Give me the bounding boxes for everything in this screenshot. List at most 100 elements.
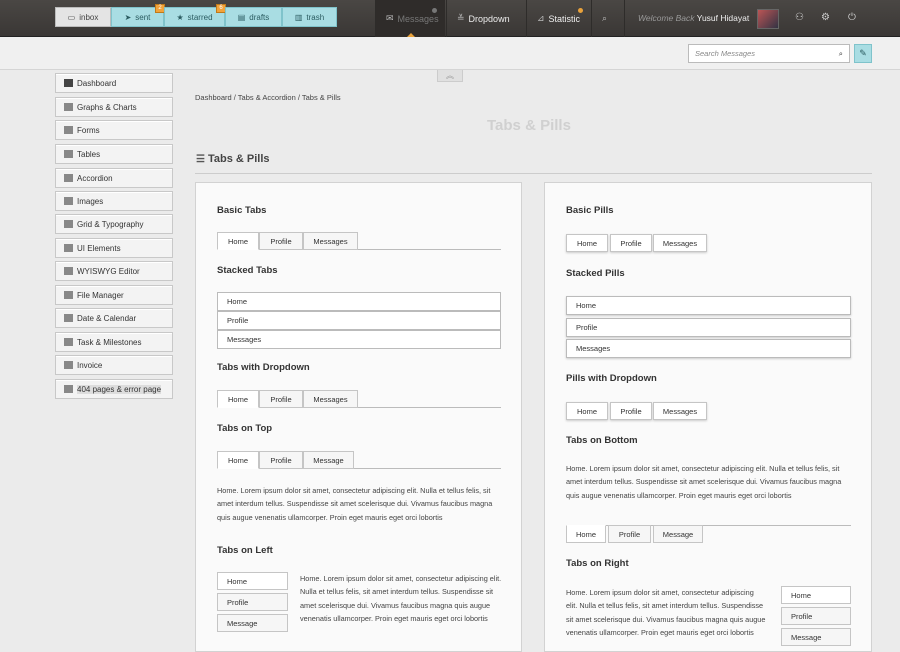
chevrons-up-icon: ︽ bbox=[446, 71, 454, 80]
inbox-button[interactable]: ▭ inbox bbox=[55, 7, 111, 27]
breadcrumb: Dashboard / Tabs & Accordion / Tabs & Pi… bbox=[195, 93, 341, 102]
tab-home[interactable]: Home bbox=[781, 586, 851, 604]
tab-profile[interactable]: Profile bbox=[781, 607, 851, 625]
menu-item-icon bbox=[64, 267, 73, 275]
tab-home[interactable]: Home bbox=[217, 451, 259, 469]
tab-home[interactable]: Home bbox=[217, 572, 288, 590]
pill-profile[interactable]: Profile bbox=[610, 234, 652, 252]
sidebar-item-tables[interactable]: Tables bbox=[55, 144, 173, 164]
stacked-pill-messages[interactable]: Messages bbox=[566, 339, 851, 358]
collapse-toggle[interactable]: ︽ bbox=[437, 70, 463, 82]
sidebar-item-date-calendar[interactable]: Date & Calendar bbox=[55, 308, 173, 328]
heading-basic-pills: Basic Pills bbox=[566, 205, 614, 216]
nav-search[interactable]: ⌕ bbox=[591, 0, 624, 37]
avatar[interactable] bbox=[757, 9, 779, 29]
mail-icon: ✉ bbox=[386, 13, 394, 23]
page-title: Tabs & Pills bbox=[487, 117, 571, 134]
tab-profile[interactable]: Profile bbox=[217, 593, 288, 611]
sidebar-item-file-manager[interactable]: File Manager bbox=[55, 285, 173, 305]
sidebar-item-label: 404 pages & error page bbox=[77, 384, 162, 394]
sidebar-item-images[interactable]: Images bbox=[55, 191, 173, 211]
search-input[interactable]: Search Messages ⌕ bbox=[688, 44, 850, 63]
tab-home[interactable]: Home bbox=[566, 525, 606, 543]
search-icon[interactable]: ⌕ bbox=[839, 49, 843, 59]
tab-profile[interactable]: Profile bbox=[259, 451, 303, 469]
send-icon: ➤ bbox=[124, 12, 132, 22]
menu-item-icon bbox=[64, 197, 73, 205]
sidebar-item-label: Accordion bbox=[77, 173, 113, 183]
tab-home[interactable]: Home bbox=[217, 232, 259, 250]
sidebar-item-task-milestones[interactable]: Task & Milestones bbox=[55, 332, 173, 352]
tabs-panel: Basic Tabs Home Profile Messages Stacked… bbox=[195, 182, 522, 652]
pill-messages[interactable]: Messages bbox=[653, 234, 707, 252]
power-icon[interactable]: ⏻ bbox=[848, 12, 856, 23]
sidebar-item-forms[interactable]: Forms bbox=[55, 120, 173, 140]
sidebar-item-label: File Manager bbox=[77, 290, 124, 300]
sidebar-item-grid-typography[interactable]: Grid & Typography bbox=[55, 214, 173, 234]
sidebar-item-label: Dashboard bbox=[77, 78, 117, 88]
welcome-text: Welcome Back Yusuf Hidayat bbox=[638, 13, 750, 23]
active-caret bbox=[406, 29, 415, 37]
tab-content: Home. Lorem ipsum dolor sit amet, consec… bbox=[566, 464, 842, 500]
menu-item-icon bbox=[64, 174, 73, 182]
menu-item-icon bbox=[64, 126, 73, 134]
pill-home[interactable]: Home bbox=[566, 234, 608, 252]
sidebar-item-invoice[interactable]: Invoice bbox=[55, 355, 173, 375]
menu-item-icon bbox=[64, 103, 73, 111]
stacked-tab-profile[interactable]: Profile bbox=[217, 311, 501, 330]
tab-messages[interactable]: Messages bbox=[303, 232, 358, 250]
menu-item-icon bbox=[64, 314, 73, 322]
tab-profile[interactable]: Profile bbox=[259, 232, 303, 250]
starred-button[interactable]: ★ starred 6 bbox=[164, 4, 226, 27]
tab-message[interactable]: Message bbox=[303, 451, 354, 469]
trash-button[interactable]: ▥ trash bbox=[282, 7, 337, 27]
pill-home[interactable]: Home bbox=[566, 402, 608, 420]
nav-statistic[interactable]: ⊿ Statistic bbox=[526, 0, 591, 37]
sidebar-item-dashboard[interactable]: Dashboard bbox=[55, 73, 173, 93]
heading-tabs-right: Tabs on Right bbox=[566, 558, 629, 569]
sidebar-item-wyiswyg-editor[interactable]: WYISWYG Editor bbox=[55, 261, 173, 281]
sidebar-item-ui-elements[interactable]: UI Elements bbox=[55, 238, 173, 258]
heading-stacked-pills: Stacked Pills bbox=[566, 268, 625, 279]
sidebar-item-label: Forms bbox=[77, 125, 100, 135]
sidebar-item-label: UI Elements bbox=[77, 243, 121, 253]
sidebar-item-label: Tables bbox=[77, 149, 101, 159]
tab-messages[interactable]: Messages bbox=[303, 390, 358, 408]
sidebar-item-label: Task & Milestones bbox=[77, 337, 142, 347]
gear-icon[interactable]: ⚙ bbox=[821, 12, 830, 23]
heading-stacked-tabs: Stacked Tabs bbox=[217, 265, 278, 276]
stacked-pill-profile[interactable]: Profile bbox=[566, 318, 851, 337]
tab-content: Home. Lorem ipsum dolor sit amet, consec… bbox=[566, 588, 766, 637]
pill-messages[interactable]: Messages bbox=[653, 402, 707, 420]
tab-home[interactable]: Home bbox=[217, 390, 259, 408]
tab-message[interactable]: Message bbox=[653, 525, 703, 543]
nav-dropdown[interactable]: ≚ Dropdown bbox=[446, 0, 526, 37]
sidebar-item-404-pages-error-page[interactable]: 404 pages & error page bbox=[55, 379, 173, 399]
tab-profile[interactable]: Profile bbox=[259, 390, 303, 408]
tab-message[interactable]: Message bbox=[781, 628, 851, 646]
menu-item-icon bbox=[64, 244, 73, 252]
sidebar-item-label: Grid & Typography bbox=[77, 219, 144, 229]
nav-messages[interactable]: ✉ Messages bbox=[375, 0, 445, 37]
stacked-pill-home[interactable]: Home bbox=[566, 296, 851, 315]
heading-basic-tabs: Basic Tabs bbox=[217, 205, 267, 216]
section-title: ☰ Tabs & Pills bbox=[196, 153, 270, 165]
tab-message[interactable]: Message bbox=[217, 614, 288, 632]
sidebar-item-graphs-charts[interactable]: Graphs & Charts bbox=[55, 97, 173, 117]
pill-profile[interactable]: Profile bbox=[610, 402, 652, 420]
sent-button[interactable]: ➤ sent 2 bbox=[111, 4, 165, 27]
heading-tabs-dropdown: Tabs with Dropdown bbox=[217, 362, 310, 373]
users-icon[interactable]: ⚇ bbox=[795, 12, 804, 23]
notification-badge bbox=[432, 8, 437, 13]
menu-item-icon bbox=[64, 361, 73, 369]
sidebar-item-accordion[interactable]: Accordion bbox=[55, 168, 173, 188]
list-icon: ☰ bbox=[196, 154, 205, 165]
compose-button[interactable]: ✎ bbox=[854, 44, 872, 63]
heading-tabs-left: Tabs on Left bbox=[217, 545, 273, 556]
sidebar-item-label: WYISWYG Editor bbox=[77, 266, 140, 276]
tab-profile[interactable]: Profile bbox=[608, 525, 651, 543]
drafts-button[interactable]: ▤ drafts bbox=[225, 7, 282, 27]
stacked-tab-home[interactable]: Home bbox=[217, 292, 501, 311]
stacked-tab-messages[interactable]: Messages bbox=[217, 330, 501, 349]
chart-icon: ⊿ bbox=[537, 13, 545, 23]
